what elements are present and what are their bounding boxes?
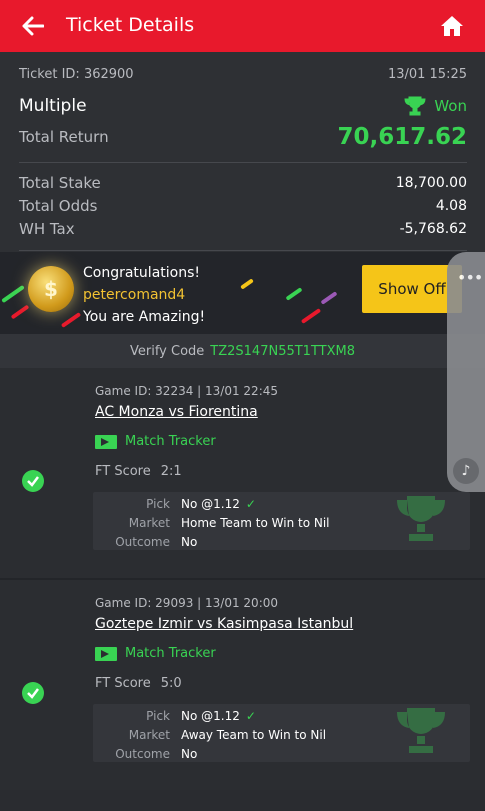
congrats-banner: $ Congratulations! petercomand4 You are … [0, 252, 485, 334]
won-status: Won [404, 96, 467, 116]
more-icon[interactable]: ••• [457, 268, 483, 287]
wh-tax-value: -5,768.62 [399, 221, 467, 237]
confetti-streak [285, 287, 303, 301]
win-check-icon [22, 682, 44, 704]
ft-score: FT Score 2:1 [95, 464, 182, 479]
ticket-datetime: 13/01 15:25 [387, 67, 467, 82]
pick-label: Pick [146, 497, 170, 511]
video-play-icon [95, 434, 117, 449]
home-icon [441, 16, 463, 36]
congrats-line-3: You are Amazing! [83, 309, 206, 325]
audio-icon[interactable]: ♪ [453, 458, 479, 484]
home-button[interactable] [436, 11, 468, 41]
confetti-streak [320, 291, 338, 305]
market-value: Away Team to Win to Nil [181, 728, 327, 742]
page-title: Ticket Details [66, 14, 195, 36]
outcome-label: Outcome [115, 747, 170, 761]
ticket-summary: Ticket ID: 362900 13/01 15:25 Multiple W… [0, 52, 485, 252]
pick-label: Pick [146, 709, 170, 723]
back-button[interactable] [18, 12, 48, 40]
wh-tax-label: WH Tax [19, 220, 75, 238]
win-check-icon [22, 470, 44, 492]
trophy-watermark-icon [397, 496, 445, 541]
ft-score-label: FT Score [95, 676, 151, 691]
match-tracker-label: Match Tracker [125, 646, 216, 661]
game-teams-link[interactable]: AC Monza vs Fiorentina [95, 404, 258, 420]
divider [19, 250, 467, 251]
market-value: Home Team to Win to Nil [181, 516, 330, 530]
total-stake-value: 18,700.00 [395, 175, 467, 191]
divider [19, 162, 467, 163]
ticket-id: Ticket ID: 362900 [19, 67, 134, 82]
pick-check-icon: ✓ [245, 497, 256, 511]
ft-score-value: 5:0 [160, 676, 182, 691]
trophy-watermark-icon [397, 708, 445, 753]
won-label: Won [434, 97, 467, 115]
pick-details: Pick No @1.12 ✓ Market Away Team to Win t… [93, 704, 470, 762]
market-label: Market [128, 728, 170, 742]
game-card: Game ID: 32234 | 13/01 22:45 AC Monza vs… [0, 368, 485, 578]
pick-value: No @1.12 [181, 709, 240, 723]
congrats-text: Congratulations! petercomand4 You are Am… [83, 262, 205, 328]
match-tracker-button[interactable]: Match Tracker [95, 434, 216, 449]
pick-check-icon: ✓ [245, 709, 256, 723]
congrats-line-1: Congratulations! [83, 265, 200, 281]
outcome-label: Outcome [115, 535, 170, 549]
ft-score: FT Score 5:0 [95, 676, 182, 691]
match-tracker-label: Match Tracker [125, 434, 216, 449]
congrats-username: petercomand4 [83, 287, 186, 303]
game-teams-link[interactable]: Goztepe Izmir vs Kasimpasa Istanbul [95, 616, 353, 632]
confetti-streak [300, 308, 322, 324]
bet-type: Multiple [19, 96, 87, 116]
market-label: Market [128, 516, 170, 530]
pick-details: Pick No @1.12 ✓ Market Home Team to Win t… [93, 492, 470, 550]
verify-code-value[interactable]: TZ2S147N55T1TTXM8 [210, 344, 355, 359]
confetti-streak [60, 312, 82, 328]
total-odds-value: 4.08 [435, 198, 467, 214]
total-return-value: 70,617.62 [337, 124, 468, 150]
verify-code-bar: Verify Code TZ2S147N55T1TTXM8 [0, 334, 485, 368]
verify-code-label: Verify Code [129, 343, 205, 359]
confetti-streak [240, 278, 254, 290]
total-return-label: Total Return [19, 128, 109, 146]
game-id: Game ID: 32234 | 13/01 22:45 [95, 384, 278, 398]
arrow-left-icon [22, 16, 44, 36]
trophy-icon [404, 96, 426, 116]
game-card: Game ID: 29093 | 13/01 20:00 Goztepe Izm… [0, 580, 485, 790]
outcome-value: No [181, 747, 198, 761]
confetti-streak [10, 304, 30, 320]
game-id: Game ID: 29093 | 13/01 20:00 [95, 596, 278, 610]
pick-value: No @1.12 [181, 497, 240, 511]
total-stake-label: Total Stake [19, 174, 101, 192]
floating-side-panel[interactable]: ••• ♪ [447, 252, 485, 492]
confetti-streak [1, 284, 25, 304]
total-odds-label: Total Odds [19, 197, 98, 215]
app-header: Ticket Details [0, 0, 485, 52]
match-tracker-button[interactable]: Match Tracker [95, 646, 216, 661]
video-play-icon [95, 646, 117, 661]
coin-icon: $ [28, 266, 74, 312]
outcome-value: No [181, 535, 198, 549]
ft-score-label: FT Score [95, 464, 151, 479]
ft-score-value: 2:1 [160, 464, 182, 479]
